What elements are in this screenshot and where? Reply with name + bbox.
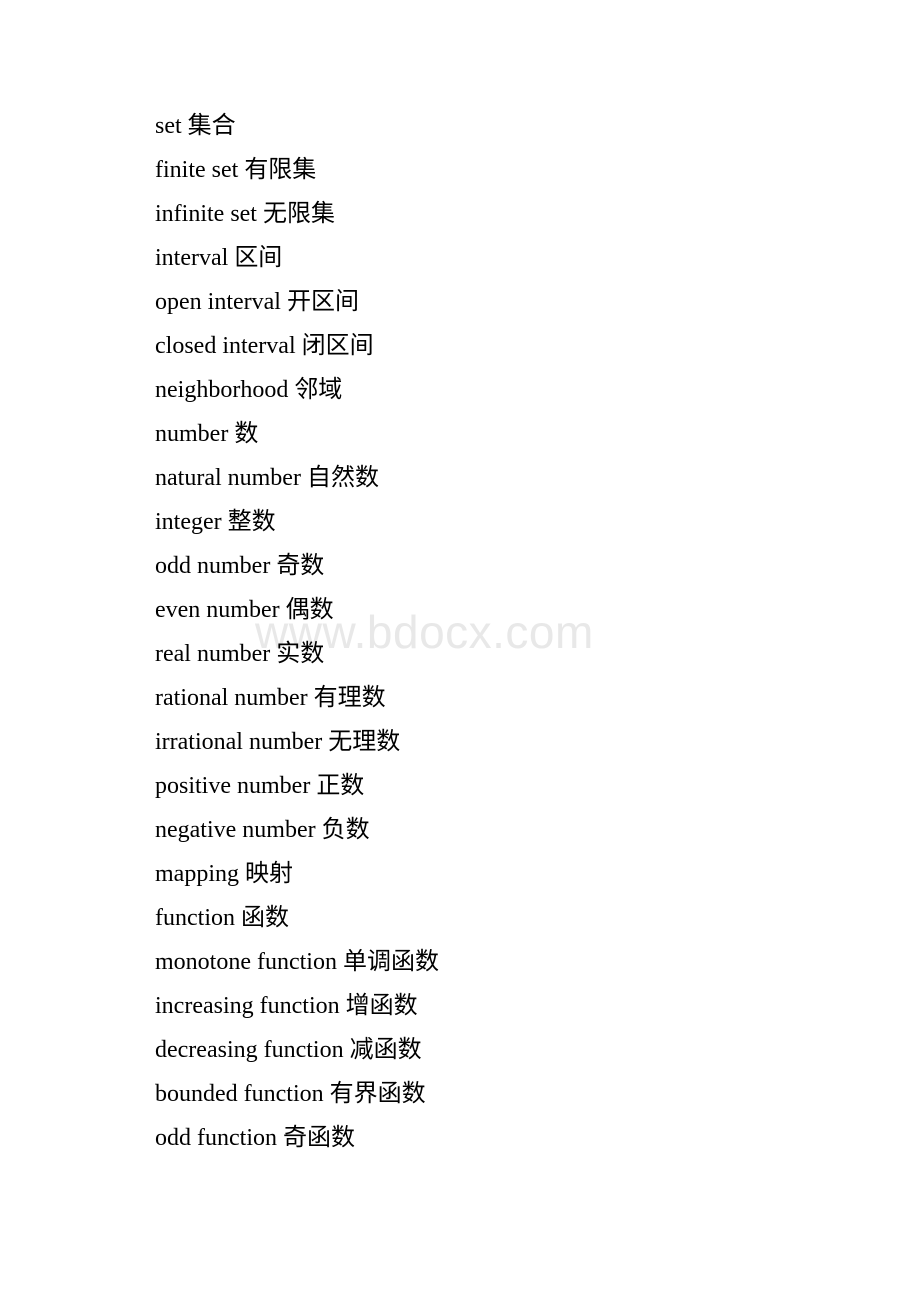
glossary-translation: 无限集 [262, 201, 335, 227]
glossary-term: set [155, 113, 182, 139]
glossary-entry: finite set 有限集 [155, 148, 855, 192]
glossary-term: real number [155, 641, 271, 667]
glossary-translation: 增函数 [345, 993, 418, 1019]
glossary-translation: 有界函数 [329, 1081, 426, 1107]
glossary-entry: bounded function 有界函数 [155, 1072, 855, 1116]
glossary-entry: interval 区间 [155, 236, 855, 280]
glossary-translation: 区间 [234, 245, 283, 271]
glossary-translation: 开区间 [286, 289, 359, 315]
glossary-term: finite set [155, 157, 239, 183]
glossary-entry: negative number 负数 [155, 808, 855, 852]
glossary-translation: 偶数 [285, 597, 334, 623]
glossary-translation: 闭区间 [301, 333, 374, 359]
glossary-entry: mapping 映射 [155, 852, 855, 896]
glossary-term: odd function [155, 1125, 277, 1151]
glossary-translation: 负数 [321, 817, 370, 843]
glossary-translation: 整数 [227, 509, 276, 535]
glossary-entry: integer 整数 [155, 500, 855, 544]
glossary-term: infinite set [155, 201, 257, 227]
glossary-translation: 邻域 [294, 377, 343, 403]
glossary-entry: set 集合 [155, 104, 855, 148]
glossary-translation: 函数 [240, 905, 289, 931]
glossary-entry: closed interval 闭区间 [155, 324, 855, 368]
glossary-term: negative number [155, 817, 316, 843]
glossary-entry: number 数 [155, 412, 855, 456]
glossary-entry: monotone function 单调函数 [155, 940, 855, 984]
glossary-translation: 映射 [245, 861, 293, 887]
glossary-term: number [155, 421, 229, 447]
glossary-list: set 集合 finite set 有限集 infinite set 无限集 interva… [155, 104, 855, 1160]
glossary-entry: real number 实数 [155, 632, 855, 676]
glossary-term: bounded function [155, 1081, 324, 1107]
glossary-term: function [155, 905, 235, 931]
glossary-term: integer [155, 509, 222, 535]
glossary-translation: 正数 [316, 773, 365, 799]
glossary-translation: 减函数 [349, 1037, 422, 1063]
glossary-term: odd number [155, 553, 271, 579]
glossary-entry: odd function 奇函数 [155, 1116, 855, 1160]
glossary-entry: irrational number 无理数 [155, 720, 855, 764]
glossary-entry: increasing function 增函数 [155, 984, 855, 1028]
glossary-term: increasing function [155, 993, 340, 1019]
glossary-entry: natural number 自然数 [155, 456, 855, 500]
glossary-term: natural number [155, 465, 301, 491]
glossary-term: monotone function [155, 949, 337, 975]
glossary-entry: even number 偶数 [155, 588, 855, 632]
glossary-entry: neighborhood 邻域 [155, 368, 855, 412]
glossary-term: neighborhood [155, 377, 289, 403]
glossary-entry: infinite set 无限集 [155, 192, 855, 236]
glossary-translation: 有理数 [313, 685, 386, 711]
glossary-entry: odd number 奇数 [155, 544, 855, 588]
glossary-translation: 单调函数 [342, 949, 439, 975]
glossary-translation: 奇函数 [282, 1125, 355, 1151]
document-page: www.bdocx.com set 集合 finite set 有限集 infinite… [0, 0, 920, 1302]
glossary-term: even number [155, 597, 280, 623]
glossary-translation: 自然数 [306, 465, 379, 491]
glossary-entry: open interval 开区间 [155, 280, 855, 324]
glossary-term: decreasing function [155, 1037, 344, 1063]
glossary-term: irrational number [155, 729, 323, 755]
glossary-term: open interval [155, 289, 281, 315]
glossary-entry: rational number 有理数 [155, 676, 855, 720]
glossary-translation: 奇数 [276, 553, 325, 579]
glossary-entry: function 函数 [155, 896, 855, 940]
glossary-translation: 无理数 [328, 729, 401, 755]
glossary-entry: positive number 正数 [155, 764, 855, 808]
glossary-term: positive number [155, 773, 311, 799]
glossary-term: mapping [155, 861, 239, 887]
glossary-term: interval [155, 245, 229, 271]
glossary-translation: 有限集 [244, 157, 317, 183]
glossary-translation: 集合 [187, 113, 236, 139]
glossary-term: closed interval [155, 333, 296, 359]
glossary-entry: decreasing function 减函数 [155, 1028, 855, 1072]
glossary-term: rational number [155, 685, 308, 711]
glossary-translation: 数 [234, 421, 259, 447]
glossary-translation: 实数 [276, 641, 325, 667]
